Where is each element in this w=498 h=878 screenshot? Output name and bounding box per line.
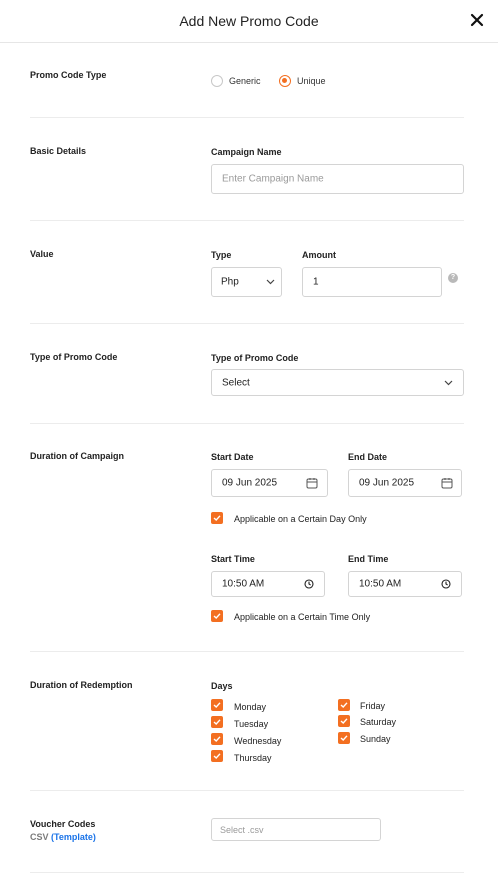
check-icon: [213, 515, 221, 521]
radio-generic[interactable]: [211, 75, 223, 87]
promo-kind-select[interactable]: Select: [211, 369, 464, 396]
check-icon: [340, 735, 348, 741]
day-label: Wednesday: [234, 736, 282, 746]
day-checkbox-sunday[interactable]: [338, 732, 350, 744]
section-duration-of-redemption: Duration of Redemption: [30, 680, 133, 690]
day-label: Thursday: [234, 753, 272, 763]
day-label: Saturday: [360, 717, 397, 727]
close-icon[interactable]: [469, 12, 485, 28]
check-icon: [340, 702, 348, 708]
amount-value: 1: [313, 276, 319, 288]
day-label: Tuesday: [234, 719, 269, 729]
csv-label: CSV: [30, 832, 49, 842]
start-date-input[interactable]: 09 Jun 2025: [211, 469, 328, 497]
promo-kind-value: Select: [222, 377, 250, 388]
day-checkbox-thursday[interactable]: [211, 750, 223, 762]
radio-unique[interactable]: [279, 75, 291, 87]
section-type-of-promo-code: Type of Promo Code: [30, 352, 118, 362]
end-time-label: End Time: [348, 554, 389, 564]
check-icon: [213, 702, 221, 708]
divider: [30, 323, 464, 324]
amount-input[interactable]: 1: [302, 267, 442, 297]
calendar-icon[interactable]: [441, 477, 453, 489]
end-time-value: 10:50 AM: [359, 578, 402, 590]
divider: [30, 790, 464, 791]
start-time-label: Start Time: [211, 554, 255, 564]
certain-day-checkbox[interactable]: [211, 512, 223, 524]
section-value: Value: [30, 249, 54, 259]
clock-icon[interactable]: [441, 579, 451, 589]
end-date-label: End Date: [348, 452, 388, 462]
day-checkbox-monday[interactable]: [211, 699, 223, 711]
campaign-name-input[interactable]: Enter Campaign Name: [211, 164, 464, 194]
csv-file-input[interactable]: Select .csv: [211, 818, 381, 841]
value-type-label: Type: [211, 250, 232, 260]
section-duration-of-campaign: Duration of Campaign: [30, 451, 124, 461]
divider: [30, 117, 464, 118]
section-promo-code-type: Promo Code Type: [30, 70, 107, 80]
template-link[interactable]: (Template): [51, 832, 96, 842]
certain-day-label: Applicable on a Certain Day Only: [234, 514, 367, 524]
divider: [30, 220, 464, 221]
divider: [30, 651, 464, 652]
section-voucher-codes: Voucher Codes: [30, 819, 96, 829]
modal-header: Add New Promo Code: [0, 0, 498, 43]
start-time-value: 10:50 AM: [222, 578, 265, 590]
days-label: Days: [211, 681, 233, 691]
start-time-input[interactable]: 10:50 AM: [211, 571, 325, 597]
calendar-icon[interactable]: [306, 477, 318, 489]
end-date-input[interactable]: 09 Jun 2025: [348, 469, 462, 497]
day-checkbox-friday[interactable]: [338, 699, 350, 711]
day-label: Monday: [234, 702, 267, 712]
campaign-name-label: Campaign Name: [211, 147, 282, 157]
day-checkbox-saturday[interactable]: [338, 715, 350, 727]
divider: [30, 423, 464, 424]
chevron-down-icon: [266, 279, 275, 285]
end-time-input[interactable]: 10:50 AM: [348, 571, 462, 597]
amount-label: Amount: [302, 250, 336, 260]
certain-time-checkbox[interactable]: [211, 610, 223, 622]
day-label: Sunday: [360, 734, 391, 744]
csv-label-row: CSV (Template): [30, 832, 96, 842]
help-icon[interactable]: ?: [448, 273, 458, 283]
clock-icon[interactable]: [304, 579, 314, 589]
divider: [30, 872, 464, 873]
check-icon: [213, 736, 221, 742]
check-icon: [340, 718, 348, 724]
check-icon: [213, 719, 221, 725]
day-checkbox-tuesday[interactable]: [211, 716, 223, 728]
day-label: Friday: [360, 701, 386, 711]
currency-value: Php: [221, 276, 239, 288]
csv-file-placeholder: Select .csv: [220, 824, 264, 835]
radio-unique-label: Unique: [297, 76, 326, 86]
campaign-name-placeholder: Enter Campaign Name: [222, 173, 324, 185]
day-checkbox-wednesday[interactable]: [211, 733, 223, 745]
promo-kind-label: Type of Promo Code: [211, 353, 299, 363]
modal-title: Add New Promo Code: [179, 13, 319, 29]
check-icon: [213, 613, 221, 619]
chevron-down-icon: [444, 380, 453, 385]
certain-time-label: Applicable on a Certain Time Only: [234, 612, 371, 622]
end-date-value: 09 Jun 2025: [359, 477, 415, 489]
currency-select[interactable]: Php: [211, 267, 282, 297]
start-date-value: 09 Jun 2025: [222, 477, 278, 489]
check-icon: [213, 753, 221, 759]
section-basic-details: Basic Details: [30, 146, 87, 156]
start-date-label: Start Date: [211, 452, 254, 462]
radio-generic-label: Generic: [229, 76, 261, 86]
